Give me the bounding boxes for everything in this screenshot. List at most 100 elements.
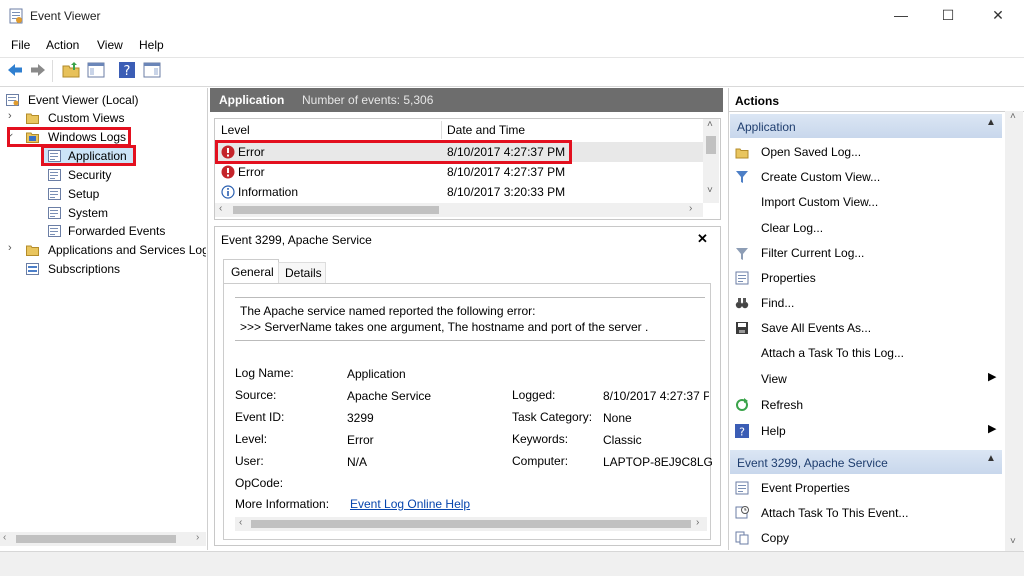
scroll-down-icon[interactable]: ˅ [1010,536,1016,547]
scroll-right-icon[interactable]: › [696,517,699,528]
tab-general-label: General [231,265,274,279]
close-button[interactable]: ✕ [975,0,1021,30]
help-icon[interactable]: ? [118,61,136,79]
menu-view[interactable]: View [97,38,123,52]
column-header-date-time[interactable]: Date and Time [447,123,525,137]
action-attach-task-to-event[interactable]: Attach Task To This Event... [761,506,908,520]
collapse-up-icon[interactable]: ▲ [986,453,996,464]
save-icon [736,322,748,334]
prop-label: Computer: [512,454,569,468]
minimize-button[interactable]: — [878,0,924,30]
prop-value: Error [347,433,374,447]
tree-label-setup: Setup [68,187,100,201]
action-refresh[interactable]: Refresh [761,398,803,412]
tree-item-forwarded-events[interactable]: Forwarded Events [48,222,203,240]
tree-item-setup[interactable]: Setup [48,185,198,203]
tree-label-apps-services: Applications and Services Log [48,243,206,257]
collapse-up-icon[interactable]: ▲ [986,117,996,128]
tree-item-root[interactable]: Event Viewer (Local) [6,91,206,109]
menu-help[interactable]: Help [139,38,164,52]
section-label: Application [737,120,796,134]
event-viewer-icon [6,94,19,106]
show-hide-tree-icon[interactable] [87,61,105,79]
prop-label: Keywords: [512,432,569,446]
row-datetime: 8/10/2017 3:20:33 PM [447,185,566,199]
event-message-box[interactable]: The Apache service named reported the fo… [235,297,705,341]
tree-item-subscriptions[interactable]: Subscriptions [26,260,196,278]
tree-horizontal-scrollbar[interactable]: ‹ › [0,532,206,546]
up-folder-icon[interactable] [62,61,80,79]
status-bar [0,551,1024,576]
scroll-left-icon[interactable]: ‹ [239,517,242,528]
prop-value: None [603,411,632,425]
action-attach-task-to-log[interactable]: Attach a Task To this Log... [761,346,904,360]
scroll-up-icon[interactable]: ˄ [707,119,713,130]
tab-details[interactable]: Details [278,262,326,283]
actions-section-application[interactable]: Application ▲ [730,114,1002,138]
tree-item-security[interactable]: Security [48,166,198,184]
refresh-icon [736,398,748,411]
event-viewer-app-icon [9,8,23,24]
tree-item-custom-views[interactable]: › Custom Views [8,109,203,127]
prop-label: Task Category: [512,410,593,424]
list-vertical-scrollbar[interactable]: ˄ ˅ [703,119,719,203]
scroll-up-icon[interactable]: ˄ [1010,111,1016,122]
column-header-level[interactable]: Level [221,123,250,137]
section-label: Event 3299, Apache Service [737,456,888,470]
log-icon [48,207,61,219]
table-row[interactable]: Error 8/10/2017 4:27:37 PM [215,162,703,182]
show-hide-action-pane-icon[interactable] [143,61,161,79]
chevron-right-icon[interactable]: › [8,242,12,254]
message-line: >>> ServerName takes one argument, The h… [240,320,649,334]
binoculars-icon [735,298,749,309]
actions-vertical-scrollbar[interactable]: ˄ ˅ [1005,111,1023,551]
menu-file[interactable]: File [11,38,30,52]
scroll-right-icon[interactable]: › [689,203,692,214]
close-icon[interactable]: ✕ [697,231,708,247]
scrollbar-thumb[interactable] [251,520,691,528]
action-save-all-events[interactable]: Save All Events As... [761,321,871,335]
action-event-properties[interactable]: Event Properties [761,481,850,495]
scrollbar-thumb[interactable] [16,535,176,543]
menu-action[interactable]: Action [46,38,79,52]
submenu-arrow-icon[interactable]: ▶ [988,370,996,383]
action-clear-log[interactable]: Clear Log... [761,221,823,235]
actions-section-event[interactable]: Event 3299, Apache Service ▲ [730,450,1002,474]
back-arrow-icon[interactable] [6,61,24,79]
scrollbar-thumb[interactable] [233,206,439,214]
scroll-left-icon[interactable]: ‹ [3,532,6,543]
list-horizontal-scrollbar[interactable]: ‹ › [215,203,703,217]
action-help[interactable]: Help [761,424,786,438]
tree-item-system[interactable]: System [48,204,198,222]
prop-label: Level: [235,432,268,446]
scroll-left-icon[interactable]: ‹ [219,203,222,214]
action-import-custom-view[interactable]: Import Custom View... [761,195,878,209]
detail-title: Event 3299, Apache Service [221,233,372,247]
tree-label-forwarded-events: Forwarded Events [68,224,166,238]
scroll-down-icon[interactable]: ˅ [707,185,713,196]
scroll-right-icon[interactable]: › [196,532,199,543]
highlight-box [7,127,131,147]
prop-label: More Information: [235,497,330,511]
action-find[interactable]: Find... [761,296,794,310]
action-copy[interactable]: Copy [761,531,789,545]
detail-horizontal-scrollbar[interactable]: ‹ › [235,517,707,531]
tab-details-label: Details [285,266,322,280]
maximize-button[interactable]: ☐ [925,0,971,30]
forward-arrow-icon[interactable] [29,61,47,79]
action-create-custom-view[interactable]: Create Custom View... [761,170,880,184]
chevron-right-icon[interactable]: › [8,110,12,122]
action-view[interactable]: View [761,372,787,386]
log-header-bar: Application Number of events: 5,306 [210,88,723,112]
tree-item-apps-services[interactable]: › Applications and Services Log [8,241,206,259]
log-icon [48,225,61,237]
table-row[interactable]: Information 8/10/2017 3:20:33 PM [215,182,703,202]
tab-general[interactable]: General [223,259,279,284]
tree-label-root: Event Viewer (Local) [28,93,139,107]
action-properties[interactable]: Properties [761,271,816,285]
scrollbar-thumb[interactable] [706,136,716,154]
action-open-saved-log[interactable]: Open Saved Log... [761,145,861,159]
action-filter-current-log[interactable]: Filter Current Log... [761,246,864,260]
submenu-arrow-icon[interactable]: ▶ [988,422,996,435]
event-log-online-help-link[interactable]: Event Log Online Help [350,497,470,511]
